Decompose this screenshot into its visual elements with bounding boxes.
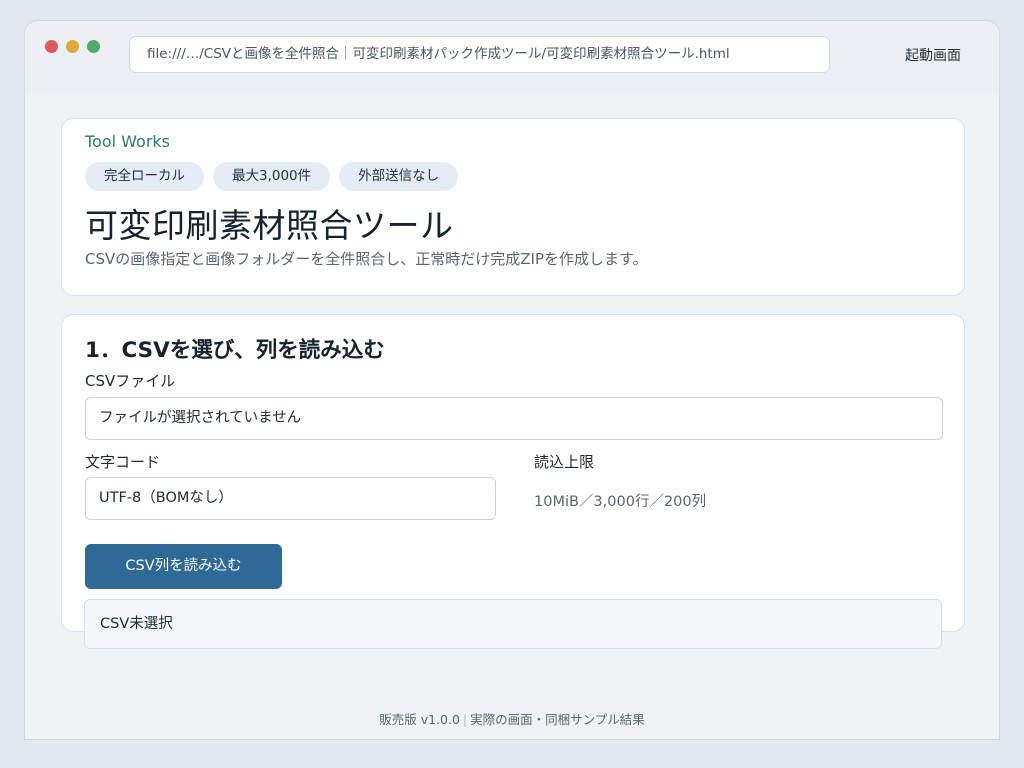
load-csv-button[interactable]: CSV列を読み込む (85, 544, 282, 589)
step1-title: 1．CSVを選び、列を読み込む (85, 338, 385, 363)
hero-card: Tool Works 完全ローカル 最大3,000件 外部送信なし 可変印刷素材… (61, 118, 965, 296)
csv-file-label: CSVファイル (85, 372, 176, 390)
csv-file-input[interactable]: ファイルが選択されていません (85, 397, 943, 440)
browser-titlebar: file:///…/CSVと画像を全件照合｜可変印刷素材パック作成ツール/可変印… (25, 21, 999, 93)
encoding-label: 文字コード (85, 453, 161, 471)
footer-note: 実際の画面・同梱サンプル結果 (470, 712, 645, 727)
encoding-select[interactable]: UTF-8（BOMなし） (85, 477, 496, 520)
minimize-window-button[interactable] (66, 40, 79, 53)
badge-no-upload: 外部送信なし (339, 162, 459, 191)
footer: 販売版 v1.0.0 | 実際の画面・同梱サンプル結果 (25, 709, 999, 728)
limit-label: 読込上限 (534, 453, 595, 471)
feature-badges: 完全ローカル 最大3,000件 外部送信なし (85, 162, 459, 191)
browser-window: file:///…/CSVと画像を全件照合｜可変印刷素材パック作成ツール/可変印… (24, 20, 1000, 740)
badge-local: 完全ローカル (85, 162, 204, 191)
limit-value: 10MiB／3,000行／200列 (534, 494, 707, 510)
csv-status: CSV未選択 (84, 599, 942, 649)
launch-screen-label: 起動画面 (905, 48, 961, 64)
brand-name: Tool Works (85, 132, 171, 151)
close-window-button[interactable] (45, 40, 58, 53)
badge-max-count: 最大3,000件 (213, 162, 331, 191)
footer-version: 販売版 v1.0.0 (379, 712, 460, 727)
footer-separator: | (462, 712, 468, 727)
step1-card: 1．CSVを選び、列を読み込む CSVファイル ファイルが選択されていません 文… (61, 314, 965, 632)
maximize-window-button[interactable] (87, 40, 100, 53)
page-description: CSVの画像指定と画像フォルダーを全件照合し、正常時だけ完成ZIPを作成します。 (85, 250, 648, 268)
page-title: 可変印刷素材照合ツール (85, 206, 454, 245)
address-bar[interactable]: file:///…/CSVと画像を全件照合｜可変印刷素材パック作成ツール/可変印… (129, 36, 830, 73)
